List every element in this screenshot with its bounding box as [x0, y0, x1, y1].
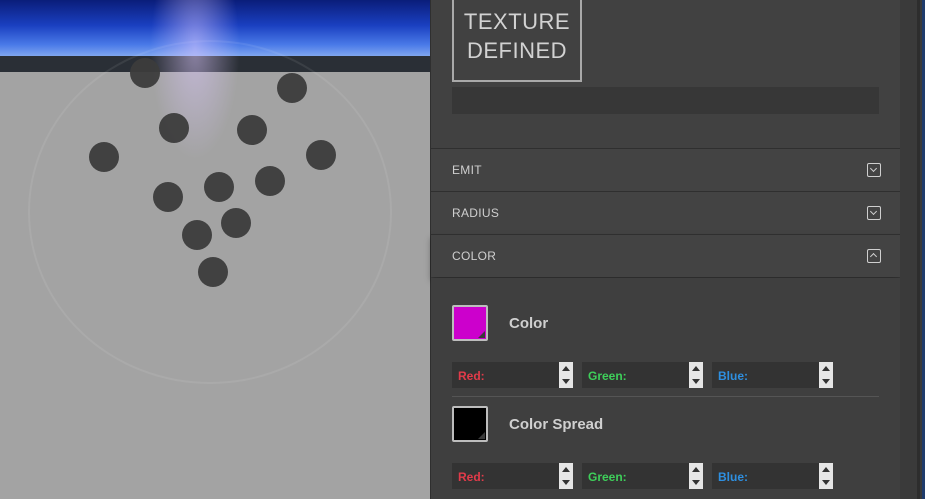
particle	[89, 142, 119, 172]
particle	[237, 115, 267, 145]
spread-blue-input[interactable]: Blue:	[712, 463, 833, 489]
particle	[198, 257, 228, 287]
particle	[153, 182, 183, 212]
color-section-body: Color Red: Green: Blue: Color Spread Red…	[431, 278, 901, 499]
particle	[159, 113, 189, 143]
red-stepper[interactable]	[559, 362, 573, 388]
chevron-down-icon[interactable]	[867, 163, 881, 177]
particle	[306, 140, 336, 170]
green-stepper[interactable]	[689, 362, 703, 388]
particle	[277, 73, 307, 103]
red-stepper[interactable]	[559, 463, 573, 489]
particle-viewport[interactable]	[0, 0, 430, 499]
chevron-up-icon[interactable]	[867, 249, 881, 263]
red-label: Red:	[458, 369, 485, 383]
particle	[255, 166, 285, 196]
green-label: Green:	[588, 369, 627, 383]
green-stepper[interactable]	[689, 463, 703, 489]
blue-label: Blue:	[718, 470, 748, 484]
panel-scroll-edge	[900, 0, 925, 499]
section-emit[interactable]: EMIT	[431, 148, 901, 191]
color-title: Color	[509, 315, 549, 332]
section-emit-label: EMIT	[452, 163, 482, 177]
chevron-down-icon[interactable]	[867, 206, 881, 220]
color-swatch[interactable]	[452, 305, 488, 341]
section-color-label: COLOR	[452, 249, 497, 263]
blue-label: Blue:	[718, 369, 748, 383]
texture-path-field[interactable]	[452, 87, 879, 114]
properties-panel: TEXTURE DEFINED EMIT RADIUS COLOR Color …	[430, 0, 901, 499]
texture-preview[interactable]: TEXTURE DEFINED	[452, 0, 582, 82]
texture-label-line2: DEFINED	[466, 38, 568, 63]
particle	[130, 58, 160, 88]
section-radius-label: RADIUS	[452, 206, 500, 220]
blue-stepper[interactable]	[819, 362, 833, 388]
blue-input[interactable]: Blue:	[712, 362, 833, 388]
swatch-corner-icon	[478, 331, 485, 338]
color-spread-swatch[interactable]	[452, 406, 488, 442]
blue-stepper[interactable]	[819, 463, 833, 489]
particle	[182, 220, 212, 250]
swatch-corner-icon	[478, 432, 485, 439]
spread-green-input[interactable]: Green:	[582, 463, 703, 489]
red-input[interactable]: Red:	[452, 362, 573, 388]
red-label: Red:	[458, 470, 485, 484]
section-color[interactable]: COLOR	[431, 234, 901, 277]
particle	[221, 208, 251, 238]
particle	[204, 172, 234, 202]
spread-red-input[interactable]: Red:	[452, 463, 573, 489]
green-label: Green:	[588, 470, 627, 484]
scrollbar-track[interactable]	[917, 0, 920, 499]
green-input[interactable]: Green:	[582, 362, 703, 388]
divider	[452, 396, 879, 397]
texture-label-line1: TEXTURE	[463, 9, 571, 34]
section-radius[interactable]: RADIUS	[431, 191, 901, 234]
color-spread-title: Color Spread	[509, 416, 604, 433]
